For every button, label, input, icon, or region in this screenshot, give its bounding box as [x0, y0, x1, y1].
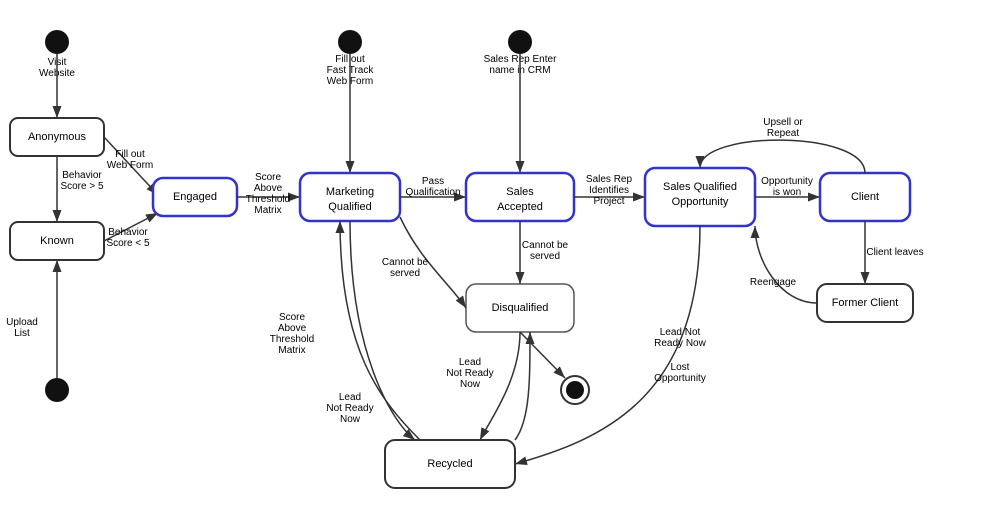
- label-score-recycled-4: Matrix: [278, 345, 305, 356]
- label-behavior-gt5-1: Behavior: [62, 170, 102, 181]
- label-lost-opp-1: Lead Not: [660, 327, 701, 338]
- label-score-recycled-2: Above: [278, 323, 307, 334]
- label-pass-qual-1: Pass: [422, 176, 444, 187]
- edge-reengage: [755, 226, 817, 303]
- start-node-fasttrack: [338, 30, 362, 54]
- label-sqo-1: Sales Qualified: [663, 181, 737, 193]
- label-score-above-2: Above: [254, 183, 283, 194]
- label-sa-1: Sales: [506, 186, 534, 198]
- label-upload-2: List: [14, 328, 30, 339]
- label-sa-sqo-2: Identifies: [589, 185, 629, 196]
- label-behavior-gt5-2: Score > 5: [60, 181, 104, 192]
- label-cannot-served-mq-2: served: [390, 268, 420, 279]
- label-fillout-1: Fill out: [115, 149, 145, 160]
- edge-disq-recycled: [480, 332, 520, 440]
- label-cannot-served-sa-2: served: [530, 251, 560, 262]
- label-score-above-3: Threshold: [246, 194, 290, 205]
- label-anonymous: Anonymous: [28, 131, 87, 143]
- label-lnrn-mq-1: Lead: [339, 392, 361, 403]
- label-sa-sqo-1: Sales Rep: [586, 174, 633, 185]
- label-upsell-1: Upsell or: [763, 117, 803, 128]
- start-node-upload: [45, 378, 69, 402]
- start-node-visit: [45, 30, 69, 54]
- end-node-inner: [566, 381, 584, 399]
- label-reengage: Reengage: [750, 277, 797, 288]
- label-score-recycled-1: Score: [279, 312, 306, 323]
- label-score-recycled-3: Threshold: [270, 334, 314, 345]
- label-upsell-2: Repeat: [767, 128, 799, 139]
- label-recycled: Recycled: [427, 458, 472, 470]
- label-client-leaves-1: Client leaves: [866, 247, 923, 258]
- label-upload-1: Upload: [6, 317, 38, 328]
- label-lnrn-mq-3: Now: [340, 414, 361, 425]
- label-lnrn-disq-3: Now: [460, 379, 481, 390]
- label-sa-sqo-3: Project: [593, 196, 624, 207]
- edge-disq-end: [520, 332, 565, 378]
- label-lost-opp-3: Lost: [671, 362, 690, 373]
- label-lnrn-disq-2: Not Ready: [446, 368, 493, 379]
- label-behavior-lt5-1: Behavior: [108, 227, 148, 238]
- label-mq-1: Marketing: [326, 186, 374, 198]
- label-lnrn-disq-1: Lead: [459, 357, 481, 368]
- label-known: Known: [40, 235, 74, 247]
- label-client: Client: [851, 191, 879, 203]
- label-lost-opp-2: Ready Now: [654, 338, 706, 349]
- label-opp-won-1: Opportunity: [761, 176, 813, 187]
- label-sa-2: Accepted: [497, 201, 543, 213]
- label-disqualified: Disqualified: [492, 302, 549, 314]
- label-score-above-1: Score: [255, 172, 282, 183]
- label-score-above-4: Matrix: [254, 205, 281, 216]
- label-lost-opp-4: Opportunity: [654, 373, 706, 384]
- label-mq-2: Qualified: [328, 201, 371, 213]
- label-engaged: Engaged: [173, 191, 217, 203]
- label-pass-qual-2: Qualification: [405, 187, 460, 198]
- start-node-crm: [508, 30, 532, 54]
- edge-recycled-sa: [515, 332, 530, 440]
- label-behavior-lt5-2: Score < 5: [106, 238, 150, 249]
- label-fillout-2: Web Form: [107, 160, 154, 171]
- label-former-client: Former Client: [832, 297, 899, 309]
- label-cannot-served-sa-1: Cannot be: [522, 240, 569, 251]
- label-sqo-2: Opportunity: [672, 196, 729, 208]
- label-lnrn-mq-2: Not Ready: [326, 403, 373, 414]
- label-opp-won-2: is won: [773, 187, 801, 198]
- label-cannot-served-mq-1: Cannot be: [382, 257, 429, 268]
